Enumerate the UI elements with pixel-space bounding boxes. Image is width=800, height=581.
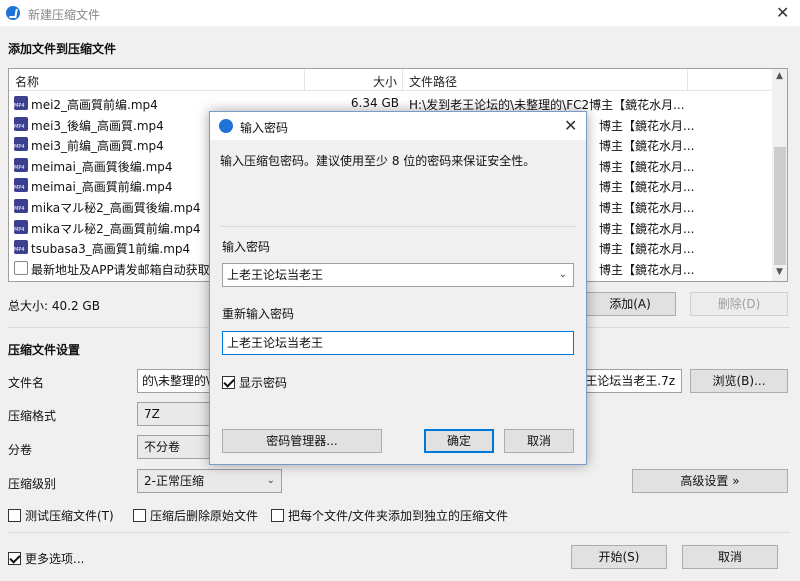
separate-archives-checkbox[interactable]: 把每个文件/文件夹添加到独立的压缩文件 <box>271 507 508 524</box>
video-file-icon <box>14 96 28 110</box>
cancel-button[interactable]: 取消 <box>682 545 778 569</box>
level-label: 压缩级别 <box>8 477 57 491</box>
window-title: 新建压缩文件 <box>28 8 101 22</box>
scroll-down-icon[interactable]: ▼ <box>776 267 783 277</box>
video-file-icon <box>14 219 28 234</box>
filename-label: 文件名 <box>8 376 45 390</box>
test-archive-checkbox[interactable]: 测试压缩文件(T) <box>8 507 114 524</box>
total-size-label: 总大小: 40.2 GB <box>8 299 100 313</box>
dialog-title-bar: 输入密码 ✕ <box>210 112 586 140</box>
video-file-icon <box>14 240 28 255</box>
column-name-header[interactable]: 名称 <box>15 73 39 90</box>
video-file-icon <box>14 178 28 193</box>
window-close-icon[interactable]: ✕ <box>776 3 789 22</box>
dialog-title: 输入密码 <box>240 121 289 135</box>
delete-after-checkbox[interactable]: 压缩后删除原始文件 <box>133 507 258 524</box>
dialog-close-icon[interactable]: ✕ <box>564 116 577 135</box>
video-file-icon <box>14 116 28 131</box>
video-file-icon <box>14 198 28 213</box>
app-logo-icon <box>219 119 233 133</box>
password-dialog: 输入密码 ✕ 输入压缩包密码。建议使用至少 8 位的密码来保证安全性。 输入密码… <box>209 111 587 465</box>
app-logo-icon <box>6 6 20 20</box>
ok-button[interactable]: 确定 <box>424 429 494 453</box>
format-label: 压缩格式 <box>8 409 57 423</box>
password-input[interactable]: 上老王论坛当老王 ⌄ <box>222 263 574 287</box>
file-list-scrollbar[interactable]: ▲ ▼ <box>772 69 787 281</box>
split-select[interactable]: 不分卷 <box>137 435 217 459</box>
confirm-password-label: 重新输入密码 <box>222 307 295 321</box>
column-path-header[interactable]: 文件路径 <box>409 73 457 90</box>
scrollbar-thumb[interactable] <box>774 147 786 265</box>
split-label: 分卷 <box>8 443 33 457</box>
start-button[interactable]: 开始(S) <box>571 545 667 569</box>
format-select[interactable]: 7Z <box>137 402 217 426</box>
level-select[interactable]: 2-正常压缩 ⌄ <box>137 469 282 493</box>
add-files-section-title: 添加文件到压缩文件 <box>8 42 117 56</box>
advanced-settings-button[interactable]: 高级设置 » <box>632 469 788 493</box>
chevron-down-icon: ⌄ <box>266 475 275 486</box>
column-size-header[interactable]: 大小 <box>373 73 397 90</box>
file-list-header: 名称 大小 文件路径 <box>9 69 771 91</box>
text-file-icon <box>14 260 28 275</box>
scroll-up-icon[interactable]: ▲ <box>776 71 783 81</box>
window-title-bar: 新建压缩文件 ✕ <box>0 0 800 26</box>
add-button[interactable]: 添加(A) <box>584 292 676 316</box>
dialog-message: 输入压缩包密码。建议使用至少 8 位的密码来保证安全性。 <box>220 154 536 168</box>
dialog-cancel-button[interactable]: 取消 <box>504 429 574 453</box>
confirm-password-input[interactable]: 上老王论坛当老王 <box>222 331 574 355</box>
settings-section-title: 压缩文件设置 <box>8 343 81 357</box>
show-password-checkbox[interactable]: 显示密码 <box>222 374 287 391</box>
chevron-down-icon[interactable]: ⌄ <box>559 264 567 286</box>
password-manager-button[interactable]: 密码管理器... <box>222 429 382 453</box>
more-options-checkbox[interactable]: 更多选项... <box>8 550 84 567</box>
delete-button[interactable]: 删除(D) <box>690 292 788 316</box>
video-file-icon <box>14 157 28 172</box>
password-label: 输入密码 <box>222 240 271 254</box>
browse-button[interactable]: 浏览(B)... <box>690 369 788 393</box>
video-file-icon <box>14 137 28 152</box>
